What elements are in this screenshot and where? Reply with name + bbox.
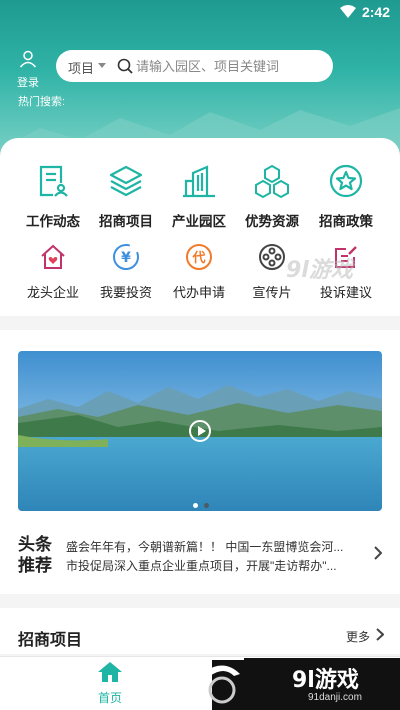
section-title: 招商项目 [18, 632, 83, 649]
menu-label: 工作动态 [26, 214, 80, 229]
watermark-badge: 9l游戏 91danji.com [244, 658, 400, 710]
menu-label: 龙头企业 [26, 285, 79, 300]
search-bar[interactable]: 项目 [56, 50, 333, 82]
house-heart-icon [15, 243, 91, 276]
menu-item-work-news[interactable]: 工作动态 [15, 163, 91, 230]
wifi-icon [340, 5, 356, 23]
menu-card: 工作动态 招商项目 产业园区 优势资源 招商政策 龙头企业 ¥ 我要投资 代 代… [0, 138, 400, 316]
svg-text:¥: ¥ [121, 250, 131, 266]
carousel-dot [204, 503, 209, 508]
chevron-down-icon [98, 63, 106, 68]
headline-list: 盛会年年有，今朝谱新篇！！ 中国一东盟博览会河... 市投促局深入重点企业重点项… [66, 538, 361, 576]
promo-video[interactable] [18, 351, 382, 511]
chevron-right-icon[interactable] [374, 546, 383, 565]
headline-tag: 头条 推荐 [18, 534, 54, 576]
layers-icon [88, 163, 164, 204]
search-icon [117, 58, 133, 79]
dai-circle-icon: 代 [161, 243, 237, 276]
menu-item-resources[interactable]: 优势资源 [234, 163, 310, 230]
headline-item[interactable]: 市投促局深入重点企业重点项目，开展"走访帮办"... [66, 557, 361, 576]
menu-item-projects[interactable]: 招商项目 [88, 163, 164, 230]
hexagons-icon [234, 163, 310, 204]
yuan-circle-icon: ¥ [88, 243, 164, 276]
login-button[interactable]: 登录 [14, 50, 42, 90]
menu-label: 招商政策 [319, 214, 373, 229]
watermark-brand: 9l游戏 [292, 668, 359, 693]
video-card: 头条 推荐 盛会年年有，今朝谱新篇！！ 中国一东盟博览会河... 市投促局深入重… [0, 330, 400, 594]
menu-item-agent-apply[interactable]: 代 代办申请 [161, 243, 237, 301]
status-time: 2:42 [361, 4, 390, 20]
watermark-logo [194, 660, 250, 710]
tab-home-label: 首页 [97, 691, 122, 705]
menu-label: 投诉建议 [319, 285, 372, 300]
headline-news[interactable]: 头条 推荐 盛会年年有，今朝谱新篇！！ 中国一东盟博览会河... 市投促局深入重… [18, 530, 383, 580]
more-link[interactable]: 更多 [346, 628, 370, 645]
headline-tag-line: 推荐 [18, 556, 52, 575]
menu-label: 代办申请 [172, 285, 225, 300]
menu-item-industrial-park[interactable]: 产业园区 [161, 163, 237, 230]
carousel-dots [190, 495, 212, 511]
chevron-right-icon[interactable] [376, 628, 385, 646]
menu-item-policy[interactable]: 招商政策 [308, 163, 384, 230]
menu-label: 我要投资 [99, 285, 152, 300]
menu-item-invest[interactable]: ¥ 我要投资 [88, 243, 164, 301]
play-icon[interactable] [189, 420, 211, 442]
home-icon [97, 662, 123, 687]
headline-item[interactable]: 盛会年年有，今朝谱新篇！！ 中国一东盟博览会河... [66, 538, 361, 557]
headline-tag-line: 头条 [18, 535, 52, 554]
document-user-icon [15, 163, 91, 204]
watermark-text: 9l游戏 [286, 258, 353, 283]
login-label: 登录 [17, 77, 39, 89]
app-screen: 2:42 登录 项目 热门搜索: 工作动态 [0, 0, 400, 710]
buildings-icon [161, 163, 237, 204]
menu-label: 优势资源 [245, 214, 299, 229]
star-circle-icon [308, 163, 384, 204]
user-icon [19, 50, 37, 72]
menu-label: 宣传片 [252, 285, 292, 300]
hot-search-label: 热门搜索: [18, 96, 66, 108]
carousel-dot-active [193, 503, 198, 508]
menu-label: 招商项目 [99, 214, 153, 229]
search-input[interactable] [136, 56, 326, 76]
projects-section-header: 招商项目 更多 [0, 608, 400, 654]
search-category-select[interactable]: 项目 [68, 58, 94, 77]
tab-home[interactable]: 首页 [90, 661, 130, 706]
watermark-url: 91danji.com [308, 692, 362, 703]
svg-text:代: 代 [191, 250, 205, 266]
status-bar: 2:42 [0, 0, 400, 26]
menu-item-leading-enterprise[interactable]: 龙头企业 [15, 243, 91, 301]
menu-label: 产业园区 [172, 214, 226, 229]
